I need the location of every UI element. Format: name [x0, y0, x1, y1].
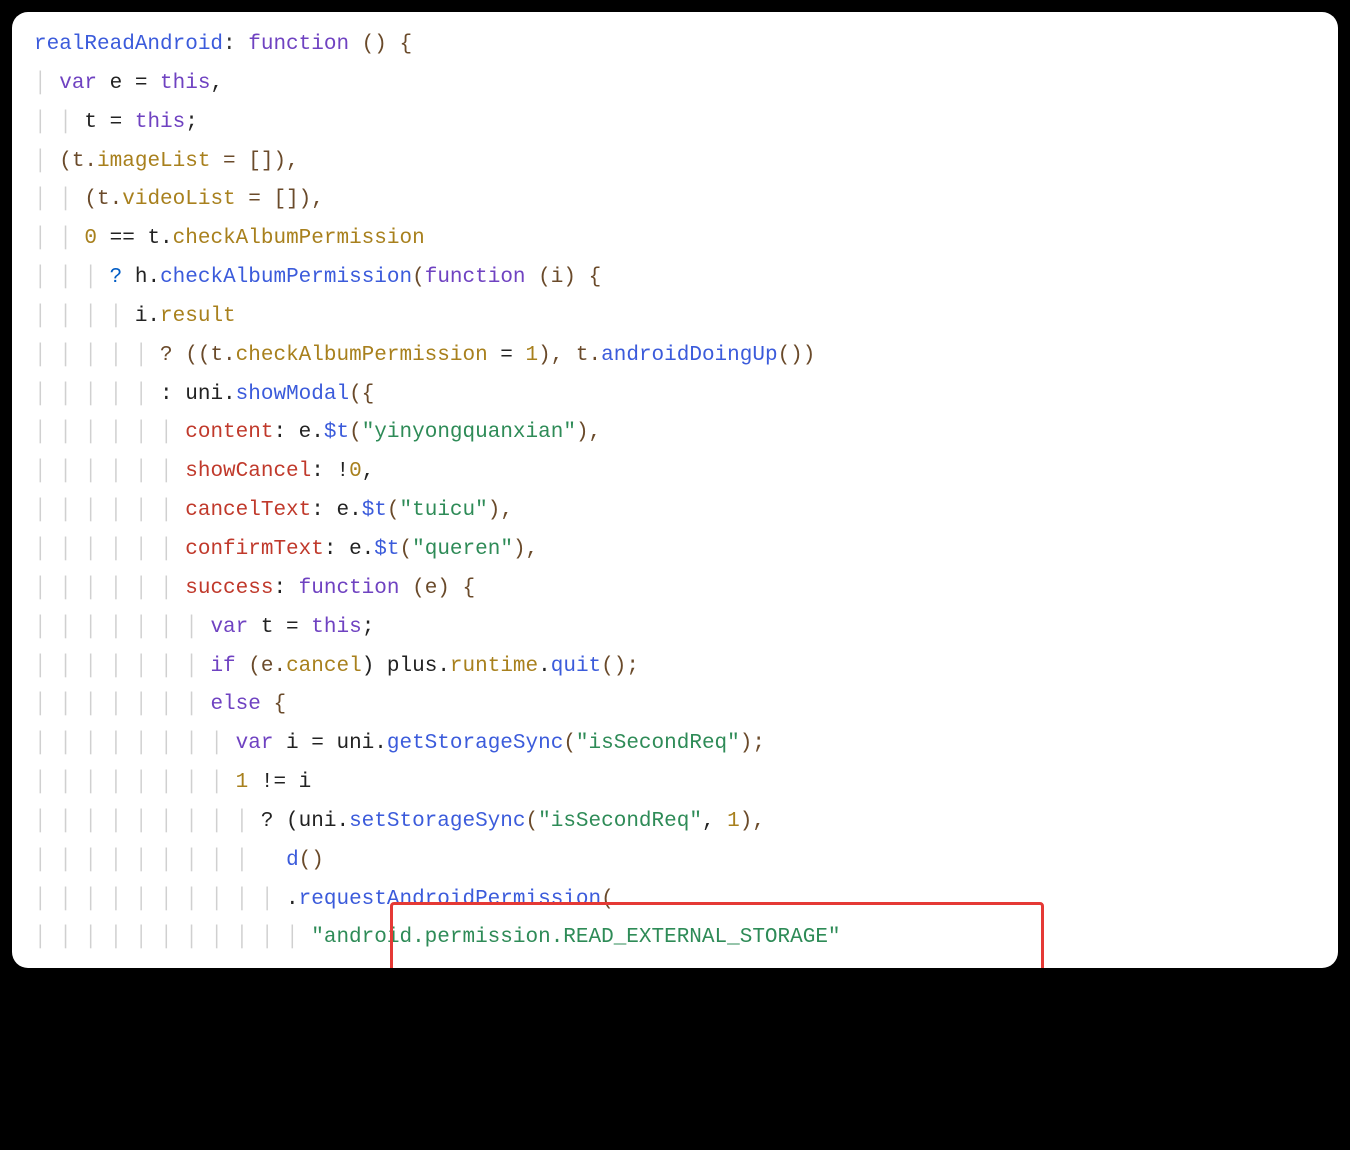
tok: $t [362, 499, 387, 522]
tok: { [261, 693, 286, 716]
tok: . [538, 655, 551, 678]
tok: h. [135, 266, 160, 289]
tok: ? (uni. [261, 810, 349, 833]
tok: i. [135, 305, 160, 328]
tok: if [210, 655, 235, 678]
tok: $t [324, 421, 349, 444]
tok: () [299, 849, 324, 872]
code-frame: realReadAndroid: function () { │ var e =… [12, 12, 1338, 968]
tok: "android.permission.READ_EXTERNAL_STORAG… [311, 926, 840, 949]
tok: ? ((t. [160, 344, 236, 367]
tok: t = [248, 616, 311, 639]
tok: (); [601, 655, 639, 678]
tok: : uni. [160, 383, 236, 406]
tok: var [59, 72, 97, 95]
tok: : ! [311, 460, 349, 483]
tok: { [463, 577, 476, 600]
tok: cancel [286, 655, 362, 678]
tok: { [589, 266, 602, 289]
tok: showModal [236, 383, 349, 406]
tok: getStorageSync [387, 732, 563, 755]
tok: checkAlbumPermission [160, 266, 412, 289]
tok: ; [185, 111, 198, 134]
tok: : e. [273, 421, 323, 444]
tok: imageList [97, 150, 210, 173]
tok: != i [248, 771, 311, 794]
tok: e = [97, 72, 160, 95]
tok: androidDoingUp [601, 344, 777, 367]
tok: function [299, 577, 400, 600]
tok: ), t. [538, 344, 601, 367]
tok: () [349, 33, 399, 56]
tok: (i) [526, 266, 589, 289]
tok: setStorageSync [349, 810, 525, 833]
tok: ()) [778, 344, 816, 367]
tok: this [160, 72, 210, 95]
tok: ( [601, 888, 614, 911]
tok: (t. [84, 188, 122, 211]
tok: { [400, 33, 413, 56]
tok: $t [374, 538, 399, 561]
tok: 0 [84, 227, 97, 250]
tok: = []), [236, 188, 324, 211]
tok: ), [740, 810, 765, 833]
tok: realReadAndroid [34, 33, 223, 56]
tok: checkAlbumPermission [236, 344, 488, 367]
tok: var [210, 616, 248, 639]
tok: ? [110, 266, 135, 289]
tok: = []), [210, 150, 298, 173]
tok: : [223, 33, 248, 56]
tok: == t. [97, 227, 173, 250]
tok: function [425, 266, 526, 289]
tok: confirmText [185, 538, 324, 561]
code-block: realReadAndroid: function () { │ var e =… [34, 26, 1320, 958]
tok: i = uni. [273, 732, 386, 755]
tok: d [286, 849, 299, 872]
tok: 0 [349, 460, 362, 483]
tok: ); [740, 732, 765, 755]
tok: (e. [236, 655, 286, 678]
tok: ( [412, 266, 425, 289]
tok: , [702, 810, 727, 833]
tok: "yinyongquanxian" [362, 421, 576, 444]
tok: var [236, 732, 274, 755]
tok: ) plus. [362, 655, 450, 678]
tok: requestAndroidPermission [299, 888, 601, 911]
tok: cancelText [185, 499, 311, 522]
tok: checkAlbumPermission [173, 227, 425, 250]
tok: videoList [122, 188, 235, 211]
tok: showCancel [185, 460, 311, 483]
tok: ; [362, 616, 375, 639]
tok: . [286, 888, 299, 911]
tok: "isSecondReq" [538, 810, 702, 833]
tok: content [185, 421, 273, 444]
tok: (e) [400, 577, 463, 600]
tok: this [311, 616, 361, 639]
tok: ({ [349, 383, 374, 406]
tok: else [210, 693, 260, 716]
tok: 1 [526, 344, 539, 367]
tok: 1 [236, 771, 249, 794]
tok: result [160, 305, 236, 328]
tok: (t. [59, 150, 97, 173]
tok: 1 [727, 810, 740, 833]
tok: function [248, 33, 349, 56]
tok: success [185, 577, 273, 600]
tok: = [488, 344, 526, 367]
tok: : e. [324, 538, 374, 561]
tok: this [135, 111, 185, 134]
tok: : e. [311, 499, 361, 522]
tok: "queren" [412, 538, 513, 561]
tok: "isSecondReq" [576, 732, 740, 755]
tok: t = [84, 111, 134, 134]
tok: quit [551, 655, 601, 678]
tok: , [210, 72, 223, 95]
tok: "tuicu" [400, 499, 488, 522]
tok: runtime [450, 655, 538, 678]
